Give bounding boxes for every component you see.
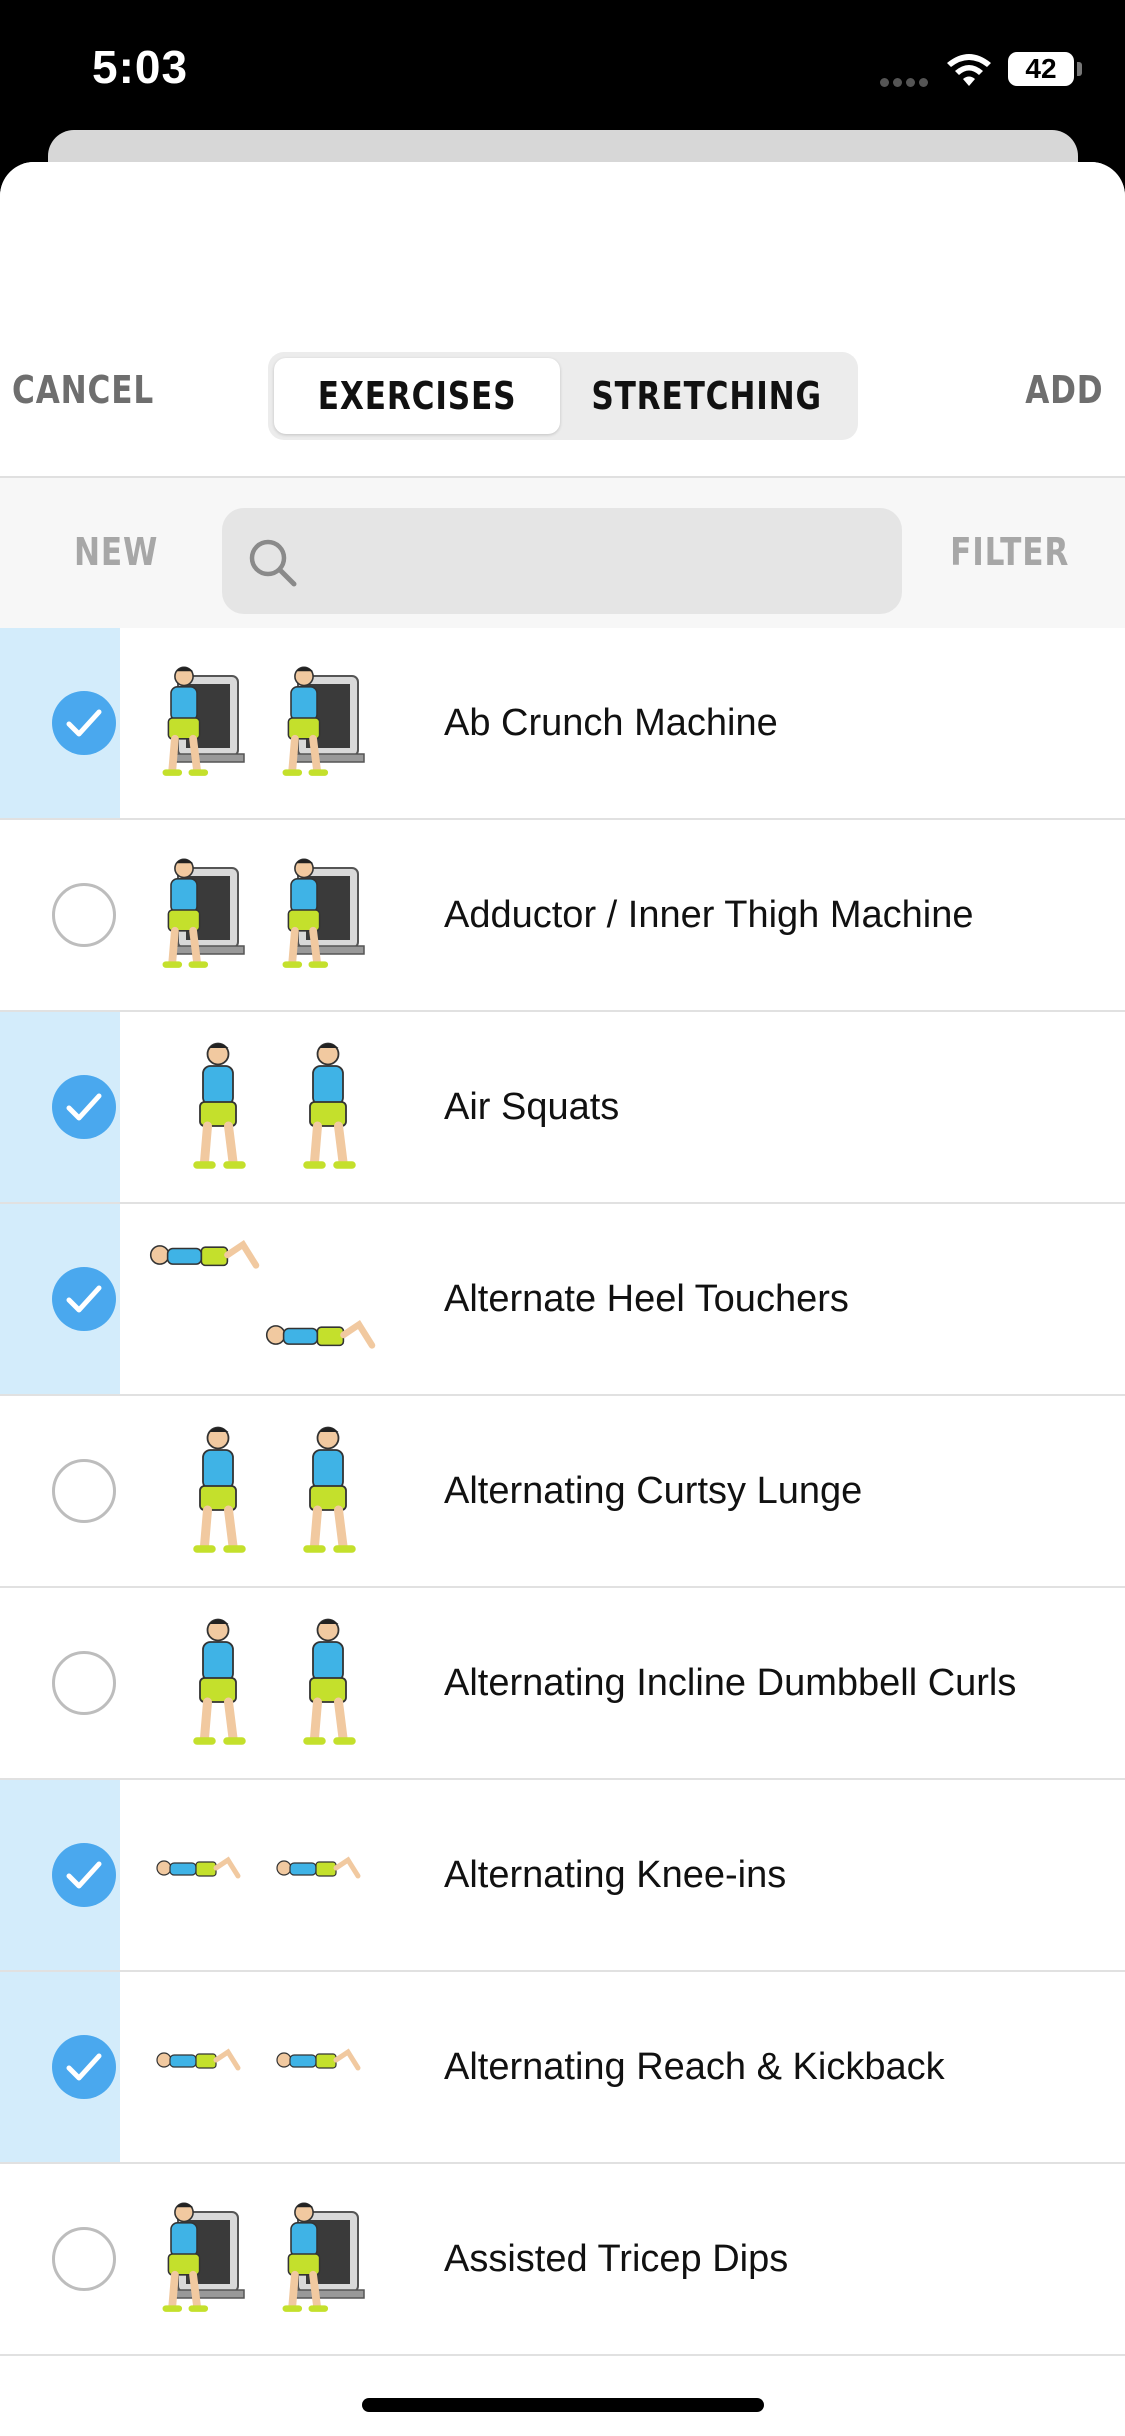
exercise-name: Alternating Curtsy Lunge	[444, 1470, 863, 1512]
add-button[interactable]: ADD	[1025, 368, 1103, 412]
tab-stretching-label: STRETCHING	[591, 374, 823, 418]
battery-tip	[1077, 62, 1082, 76]
search-input[interactable]	[318, 532, 882, 594]
empty-circle-icon[interactable]	[52, 1651, 116, 1715]
exercise-thumbnail	[149, 1240, 376, 1349]
checkmark-icon[interactable]	[52, 1843, 116, 1907]
exercise-row[interactable]: Alternating Reach & Kickback	[0, 1972, 1125, 2164]
checkbox-column	[0, 1780, 120, 1970]
tab-exercises[interactable]: EXERCISES	[274, 358, 560, 434]
exercise-thumbnail	[193, 1426, 356, 1553]
checkbox-column	[0, 2164, 120, 2354]
exercise-name: Air Squats	[444, 1086, 620, 1128]
exercise-name: Assisted Tricep Dips	[444, 2238, 789, 2280]
checkbox-column	[0, 628, 120, 818]
empty-circle-icon[interactable]	[52, 2227, 116, 2291]
exercise-thumbnail	[162, 666, 365, 776]
exercise-row[interactable]: Alternating Incline Dumbbell Curls	[0, 1588, 1125, 1780]
sheet-header: CANCEL EXERCISES STRETCHING ADD	[0, 162, 1125, 478]
exercise-row[interactable]: Alternate Heel Touchers	[0, 1204, 1125, 1396]
checkmark-icon[interactable]	[52, 691, 116, 755]
exercise-row[interactable]: Alternating Knee-ins	[0, 1780, 1125, 1972]
checkbox-column	[0, 820, 120, 1010]
exercise-name: Adductor / Inner Thigh Machine	[444, 894, 974, 936]
checkbox-column	[0, 1204, 120, 1394]
exercise-thumbnail	[156, 1856, 361, 1879]
exercise-name: Alternating Reach & Kickback	[444, 2046, 945, 2088]
search-field[interactable]	[222, 508, 902, 614]
checkbox-column	[0, 1012, 120, 1202]
exercise-thumbnail	[193, 1042, 356, 1169]
home-indicator[interactable]	[362, 2398, 764, 2412]
exercise-thumbnail	[162, 2202, 365, 2312]
tab-exercises-label: EXERCISES	[317, 374, 517, 418]
exercise-name: Alternating Knee-ins	[444, 1854, 787, 1896]
empty-circle-icon[interactable]	[52, 1459, 116, 1523]
status-bar: 5:03 42	[0, 0, 1125, 130]
exercise-thumbnail	[156, 2048, 361, 2071]
exercise-thumbnail	[193, 1618, 356, 1745]
add-exercise-sheet: CANCEL EXERCISES STRETCHING ADD NEW FILT…	[0, 162, 1125, 2436]
status-time: 5:03	[92, 41, 189, 93]
wifi-icon	[947, 54, 991, 86]
checkbox-column	[0, 1588, 120, 1778]
exercise-row[interactable]: Air Squats	[0, 1012, 1125, 1204]
checkbox-column	[0, 1396, 120, 1586]
exercise-list: Ab Crunch Machine Adductor / Inner Thigh …	[0, 628, 1125, 2356]
checkmark-icon[interactable]	[52, 1267, 116, 1331]
exercise-row[interactable]: Assisted Tricep Dips	[0, 2164, 1125, 2356]
exercise-row[interactable]: Adductor / Inner Thigh Machine	[0, 820, 1125, 1012]
exercise-name: Ab Crunch Machine	[444, 702, 778, 744]
exercise-thumbnail	[162, 858, 365, 968]
search-bar: NEW FILTER	[0, 478, 1125, 629]
search-icon	[249, 539, 297, 587]
cancel-button[interactable]: CANCEL	[12, 368, 154, 412]
exercise-row[interactable]: Ab Crunch Machine	[0, 628, 1125, 820]
battery-icon: 42	[1008, 52, 1074, 86]
cellular-signal-icon	[880, 74, 936, 87]
empty-circle-icon[interactable]	[52, 883, 116, 947]
new-exercise-button[interactable]: NEW	[74, 530, 158, 574]
exercise-row[interactable]: Alternating Curtsy Lunge	[0, 1396, 1125, 1588]
filter-button[interactable]: FILTER	[950, 530, 1069, 574]
tab-stretching[interactable]: STRETCHING	[564, 358, 850, 434]
exercise-type-segmented-control: EXERCISES STRETCHING	[268, 352, 858, 440]
exercise-name: Alternate Heel Touchers	[444, 1278, 849, 1320]
checkmark-icon[interactable]	[52, 2035, 116, 2099]
checkmark-icon[interactable]	[52, 1075, 116, 1139]
checkbox-column	[0, 1972, 120, 2162]
exercise-name: Alternating Incline Dumbbell Curls	[444, 1662, 1017, 1704]
